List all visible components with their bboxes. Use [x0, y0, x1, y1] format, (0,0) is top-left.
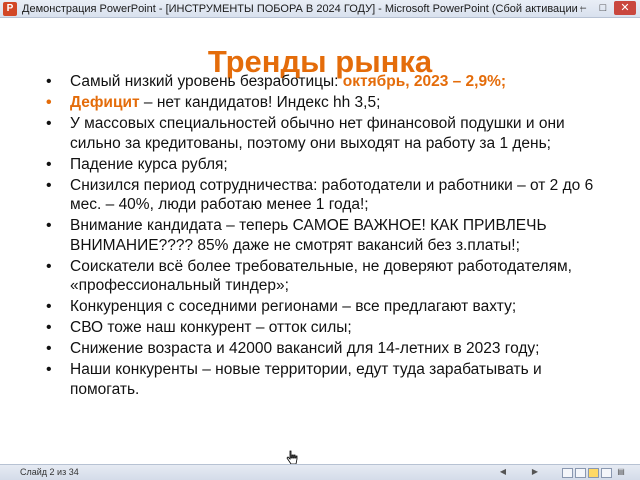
close-button[interactable]: ✕ — [614, 1, 636, 15]
bullet-text: Внимание кандидата – теперь САМОЕ ВАЖНОЕ… — [70, 217, 547, 254]
bullet-item: • Внимание кандидата – теперь САМОЕ ВАЖНО… — [46, 216, 594, 255]
next-slide-icon[interactable]: ▶ — [530, 467, 540, 477]
window-titlebar: P Демонстрация PowerPoint - [ИНСТРУМЕНТЫ… — [0, 0, 640, 18]
bullet-item: • Падение курса рубля; — [46, 155, 594, 175]
bullet-dot-icon: • — [46, 361, 52, 378]
bullet-text: – нет кандидатов! Индекс hh 3,5; — [139, 94, 381, 111]
bullet-dot-icon: • — [46, 73, 52, 90]
bullet-item: • Самый низкий уровень безработицы: октяб… — [46, 72, 594, 92]
bullet-text: СВО тоже наш конкурент – отток силы; — [70, 319, 352, 336]
maximize-button[interactable]: □ — [594, 1, 612, 15]
bullet-dot-icon: • — [46, 340, 52, 357]
bullet-text: Конкуренция с соседними регионами – все … — [70, 298, 517, 315]
previous-slide-icon[interactable]: ◀ — [498, 467, 508, 477]
bullet-text: У массовых специальностей обычно нет фин… — [70, 115, 565, 152]
slideshow-icon[interactable] — [601, 468, 612, 478]
bullet-item: • Снижение возраста и 42000 вакансий для … — [46, 339, 594, 359]
bullet-text: Наши конкуренты – новые территории, едут… — [70, 361, 542, 398]
bullet-item: • СВО тоже наш конкурент – отток силы; — [46, 318, 594, 338]
bullet-text: Падение курса рубля; — [70, 155, 228, 173]
bullet-dot-icon: • — [46, 115, 52, 132]
bullet-text: Снижение возраста и 42000 вакансий для 1… — [70, 340, 540, 357]
bullet-dot-icon: • — [46, 176, 52, 194]
powerpoint-app-icon[interactable]: P — [3, 2, 17, 16]
bullet-dot-icon: • — [46, 319, 52, 336]
menu-icon[interactable]: ▤ — [616, 467, 626, 477]
minimize-button[interactable]: – — [574, 1, 592, 15]
bullet-text: Соискатели всё более требовательные, не … — [70, 257, 572, 295]
slide-counter: Слайд 2 из 34 — [20, 467, 79, 477]
bullet-text: Самый низкий уровень безработицы: — [70, 73, 343, 90]
bullet-dot-icon: • — [46, 94, 52, 111]
bullet-dot-icon: • — [46, 155, 52, 173]
bullet-item: • Соискатели всё более требовательные, не… — [46, 257, 594, 296]
bullet-highlight: октябрь, 2023 – 2,9%; — [342, 73, 507, 90]
bullet-highlight: Дефицит — [70, 94, 140, 111]
status-bar: Слайд 2 из 34 ◀ ▶ ▤ — [0, 464, 640, 480]
normal-view-icon[interactable] — [562, 468, 573, 478]
bullet-item: • Конкуренция с соседними регионами – все… — [46, 297, 594, 317]
bullet-list: • Самый низкий уровень безработицы: октяб… — [46, 72, 594, 401]
bullet-dot-icon: • — [46, 217, 52, 234]
slide-sorter-icon[interactable] — [575, 468, 586, 478]
bullet-item: • У массовых специальностей обычно нет фи… — [46, 114, 594, 153]
slide-canvas[interactable]: Тренды рынка • Самый низкий уровень безра… — [0, 18, 640, 465]
window-title: Демонстрация PowerPoint - [ИНСТРУМЕНТЫ П… — [22, 3, 582, 15]
bullet-text: Снизился период сотрудничества: работода… — [70, 176, 594, 214]
bullet-item: • Наши конкуренты – новые территории, еду… — [46, 360, 594, 399]
bullet-dot-icon: • — [46, 298, 52, 315]
bullet-dot-icon: • — [46, 257, 52, 275]
bullet-item: • Снизился период сотрудничества: работод… — [46, 176, 594, 215]
reading-view-icon[interactable] — [588, 468, 599, 478]
bullet-item: • Дефицит – нет кандидатов! Индекс hh 3,5… — [46, 93, 594, 113]
